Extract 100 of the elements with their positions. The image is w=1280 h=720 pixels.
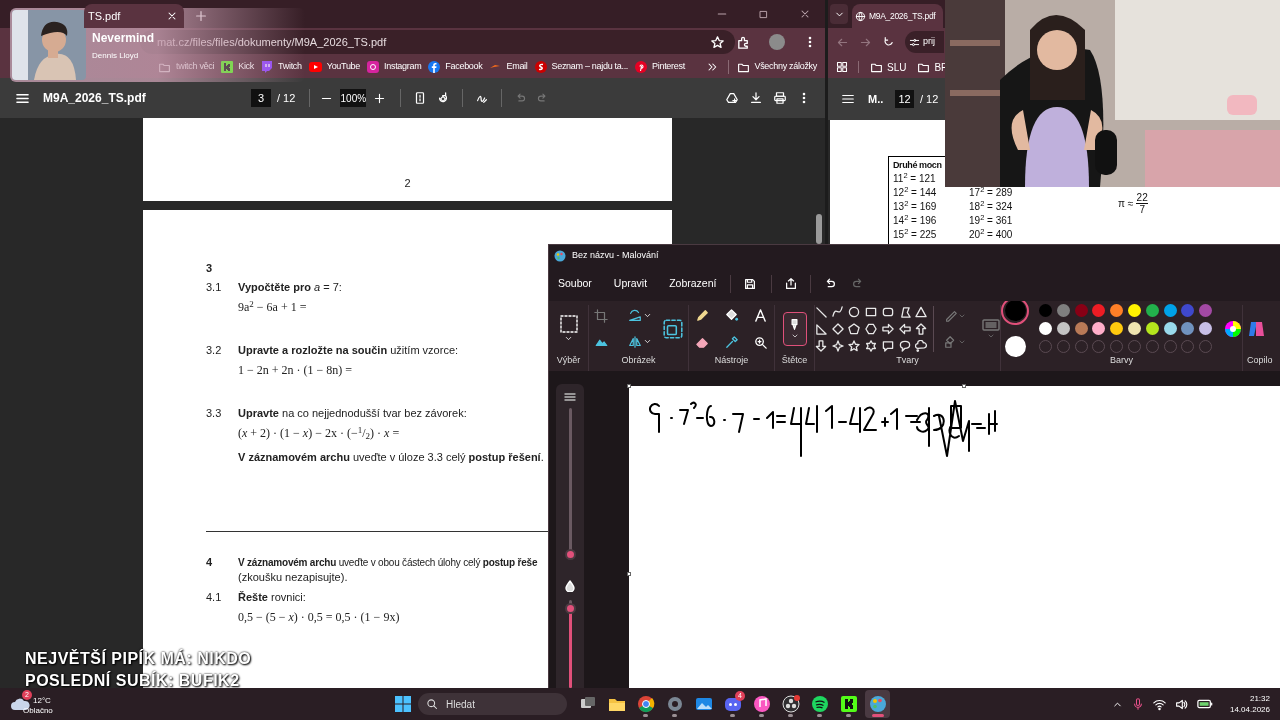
extension-icon[interactable]: [736, 34, 751, 50]
menu-item[interactable]: Zobrazení: [669, 276, 717, 292]
page-number-field[interactable]: 12: [895, 90, 914, 108]
rotate-icon[interactable]: [626, 308, 643, 323]
caret-icon[interactable]: [642, 337, 652, 346]
bookmark[interactable]: Email: [489, 60, 528, 74]
fill-bucket-icon[interactable]: [724, 307, 739, 323]
bookmark[interactable]: SLU: [870, 59, 907, 75]
page-number-field[interactable]: 3: [251, 89, 271, 107]
print-icon[interactable]: [773, 91, 787, 105]
right-triangle-icon[interactable]: [815, 322, 827, 335]
oval-icon[interactable]: [848, 305, 861, 318]
close-icon[interactable]: [799, 8, 811, 20]
color-swatch[interactable]: [1163, 322, 1177, 335]
scrollbar-thumb[interactable]: [816, 214, 822, 244]
outline-icon[interactable]: [944, 308, 958, 323]
color-swatch[interactable]: [1056, 322, 1070, 335]
crop-icon[interactable]: [593, 308, 608, 323]
browser-tab[interactable]: M9A_2026_TS.pdf: [852, 4, 943, 28]
pencil-icon[interactable]: [695, 307, 710, 323]
pentagon-icon[interactable]: [848, 322, 861, 335]
menu-icon[interactable]: [841, 92, 855, 106]
slider-thumb[interactable]: [564, 602, 576, 614]
bookmark-star-icon[interactable]: [710, 34, 725, 50]
all-bookmarks-link[interactable]: Všechny záložky: [737, 60, 817, 74]
color-swatch[interactable]: [1128, 322, 1141, 335]
browser-tab[interactable]: TS.pdf: [84, 4, 184, 28]
bookmark[interactable]: Seznam – najdu ta...: [534, 60, 629, 74]
copilot-icon[interactable]: [1247, 319, 1265, 338]
bookmark[interactable]: Kick: [221, 60, 255, 74]
menu-item[interactable]: Soubor: [558, 276, 592, 292]
color-swatch[interactable]: [1092, 304, 1106, 317]
zoom-icon[interactable]: [753, 334, 768, 350]
oval-callout-icon[interactable]: [898, 339, 911, 352]
drive-icon[interactable]: [725, 91, 739, 105]
cloud-callout-icon[interactable]: [915, 339, 928, 352]
slider-thumb[interactable]: [564, 549, 576, 560]
color-swatch[interactable]: [1163, 304, 1177, 317]
close-icon[interactable]: [166, 10, 178, 22]
download-icon[interactable]: [749, 91, 763, 105]
color-swatch[interactable]: [1199, 322, 1213, 335]
color-swatch[interactable]: [1145, 304, 1159, 317]
color-swatch[interactable]: [1110, 304, 1124, 317]
search-field[interactable]: Hledat: [418, 693, 567, 715]
color-swatch[interactable]: [1128, 304, 1141, 317]
color-picker-icon[interactable]: [724, 334, 739, 350]
text-tool-icon[interactable]: [753, 307, 768, 323]
bookmark[interactable]: Twitch: [261, 60, 302, 74]
wifi-icon[interactable]: [1152, 697, 1166, 711]
bookmark[interactable]: Pinterest: [635, 60, 685, 74]
right-arrow-icon[interactable]: [881, 322, 894, 335]
callout-icon[interactable]: [881, 339, 894, 352]
color-swatch[interactable]: [1199, 304, 1213, 317]
triangle-icon[interactable]: [915, 305, 928, 318]
zoom-field[interactable]: 100%: [340, 89, 367, 107]
color-swatch[interactable]: [1074, 304, 1088, 317]
color-swatch[interactable]: [1092, 322, 1106, 335]
menu-item[interactable]: Upravit: [613, 276, 648, 292]
left-arrow-icon[interactable]: [898, 322, 911, 335]
resize-icon[interactable]: [661, 317, 684, 340]
chevron-double-icon[interactable]: [706, 61, 719, 73]
volume-icon[interactable]: [1174, 697, 1188, 711]
color-swatch[interactable]: [1074, 322, 1088, 335]
diamond-icon[interactable]: [831, 322, 844, 335]
microphone-icon[interactable]: [1131, 698, 1144, 710]
share-icon[interactable]: [784, 277, 799, 291]
caret-icon[interactable]: [564, 334, 573, 343]
up-arrow-icon[interactable]: [915, 322, 928, 335]
hexagon-icon[interactable]: [865, 322, 878, 335]
resize-handle[interactable]: [627, 384, 631, 388]
apps-grid-icon[interactable]: [836, 61, 848, 73]
color-wheel-icon[interactable]: [1224, 319, 1242, 338]
color-swatch[interactable]: [1181, 322, 1195, 335]
size-slider[interactable]: [564, 408, 576, 558]
rectangle-icon[interactable]: [865, 305, 878, 318]
zoom-in-icon[interactable]: [373, 91, 387, 105]
four-point-star-icon[interactable]: [831, 339, 844, 352]
color-swatch[interactable]: [1110, 322, 1124, 335]
color-swatch[interactable]: [1181, 304, 1195, 317]
maximize-icon[interactable]: [758, 8, 769, 20]
color-swatch[interactable]: [1056, 304, 1070, 317]
six-point-star-icon[interactable]: [865, 339, 878, 352]
color-swatch[interactable]: [1039, 322, 1052, 335]
color-swatch[interactable]: [1039, 304, 1052, 317]
resize-handle[interactable]: [627, 572, 631, 576]
bookmark[interactable]: Instagram: [367, 60, 422, 74]
start-icon[interactable]: [395, 696, 411, 712]
flip-icon[interactable]: [626, 334, 643, 349]
line-icon[interactable]: [815, 305, 827, 318]
resize-handle[interactable]: [962, 384, 966, 388]
select-icon[interactable]: [558, 314, 579, 334]
color-swatch[interactable]: [1145, 322, 1159, 335]
polygon-icon[interactable]: [898, 305, 911, 318]
address-bar[interactable]: prij: [905, 31, 944, 53]
battery-icon[interactable]: [1196, 698, 1213, 710]
size-icon[interactable]: [982, 317, 1000, 332]
reload-icon[interactable]: [882, 35, 895, 49]
star-icon[interactable]: [848, 339, 861, 352]
site-settings-icon[interactable]: [909, 36, 920, 48]
caret-icon[interactable]: [642, 311, 652, 320]
